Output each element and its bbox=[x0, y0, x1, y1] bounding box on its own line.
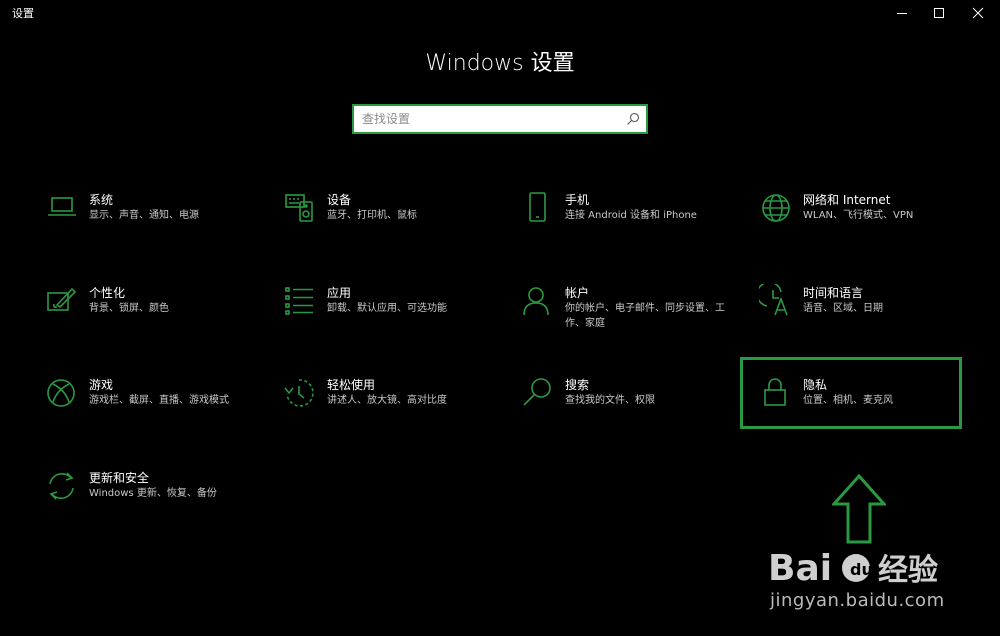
phone-icon bbox=[521, 191, 555, 225]
watermark-url: jingyan.baidu.com bbox=[770, 590, 945, 611]
svg-text:Bai: Bai bbox=[768, 548, 832, 589]
tile-description: 背景、锁屏、颜色 bbox=[89, 303, 169, 314]
tile-description: 语音、区域、日期 bbox=[803, 303, 883, 314]
svg-text:du: du bbox=[850, 560, 873, 579]
person-icon bbox=[521, 284, 555, 318]
tile-title: 网络和 Internet bbox=[803, 193, 891, 207]
tile-accounts[interactable]: 帐户 你的帐户、电子邮件、同步设置、工作、家庭 bbox=[521, 284, 741, 344]
ease-of-access-icon bbox=[283, 376, 317, 410]
tile-title: 游戏 bbox=[89, 378, 114, 392]
tile-title: 个性化 bbox=[89, 286, 126, 300]
tile-description: 连接 Android 设备和 iPhone bbox=[565, 210, 697, 221]
maximize-button[interactable] bbox=[917, 0, 961, 26]
tile-title: 系统 bbox=[89, 193, 114, 207]
tile-time-language[interactable]: 时间和语言 语音、区域、日期 bbox=[759, 284, 979, 344]
search-box[interactable] bbox=[352, 104, 648, 134]
search-icon[interactable] bbox=[626, 112, 640, 126]
page-title: Windows 设置 bbox=[425, 51, 575, 76]
baidu-jingyan-watermark-logo: Bai du 经验 bbox=[768, 548, 938, 589]
tile-gaming[interactable]: 游戏 游戏栏、截屏、直播、游戏模式 bbox=[45, 376, 265, 436]
up-arrow-icon bbox=[832, 474, 886, 544]
time-language-icon bbox=[759, 284, 793, 318]
tile-system[interactable]: 系统 显示、声音、通知、电源 bbox=[45, 191, 265, 251]
tile-apps[interactable]: 应用 卸载、默认应用、可选功能 bbox=[283, 284, 503, 344]
tile-title: 轻松使用 bbox=[327, 378, 376, 392]
tile-title: 手机 bbox=[565, 193, 590, 207]
laptop-icon bbox=[45, 191, 79, 225]
minimize-icon bbox=[897, 13, 907, 14]
svg-text:经验: 经验 bbox=[878, 553, 938, 588]
tile-title: 帐户 bbox=[565, 286, 590, 300]
tile-description: 查找我的文件、权限 bbox=[565, 395, 655, 406]
tile-description: 讲述人、放大镜、高对比度 bbox=[327, 395, 447, 406]
tile-network[interactable]: 网络和 Internet WLAN、飞行模式、VPN bbox=[759, 191, 979, 251]
tile-title: 时间和语言 bbox=[803, 286, 864, 300]
search-icon bbox=[521, 376, 555, 410]
tile-description: 卸载、默认应用、可选功能 bbox=[327, 303, 447, 314]
tile-description: Windows 更新、恢复、备份 bbox=[89, 488, 217, 499]
tile-devices[interactable]: 设备 蓝牙、打印机、鼠标 bbox=[283, 191, 503, 251]
tile-description: 显示、声音、通知、电源 bbox=[89, 210, 199, 221]
tile-update-security[interactable]: 更新和安全 Windows 更新、恢复、备份 bbox=[45, 469, 265, 529]
close-icon bbox=[972, 7, 984, 19]
privacy-highlight-box bbox=[740, 357, 962, 429]
tile-description: 蓝牙、打印机、鼠标 bbox=[327, 210, 417, 221]
search-input[interactable] bbox=[354, 106, 624, 132]
tile-title: 设备 bbox=[327, 193, 352, 207]
tile-description: 游戏栏、截屏、直播、游戏模式 bbox=[89, 395, 229, 406]
globe-icon bbox=[759, 191, 793, 225]
tile-ease-of-access[interactable]: 轻松使用 讲述人、放大镜、高对比度 bbox=[283, 376, 503, 436]
tile-title: 应用 bbox=[327, 286, 352, 300]
tile-description: WLAN、飞行模式、VPN bbox=[803, 210, 914, 221]
tile-description: 你的帐户、电子邮件、同步设置、工作、家庭 bbox=[565, 303, 725, 329]
tile-phone[interactable]: 手机 连接 Android 设备和 iPhone bbox=[521, 191, 741, 251]
xbox-icon bbox=[45, 376, 79, 410]
title-bar: 设置 bbox=[0, 0, 1000, 26]
devices-icon bbox=[283, 191, 317, 225]
apps-list-icon bbox=[283, 284, 317, 318]
sync-icon bbox=[45, 469, 79, 503]
tile-title: 更新和安全 bbox=[89, 471, 150, 485]
maximize-icon bbox=[934, 8, 944, 18]
close-button[interactable] bbox=[956, 0, 1000, 26]
tile-search[interactable]: 搜索 查找我的文件、权限 bbox=[521, 376, 741, 436]
window-title: 设置 bbox=[12, 7, 34, 20]
tile-personalization[interactable]: 个性化 背景、锁屏、颜色 bbox=[45, 284, 265, 344]
personalize-icon bbox=[45, 284, 79, 318]
tile-title: 搜索 bbox=[565, 378, 590, 392]
